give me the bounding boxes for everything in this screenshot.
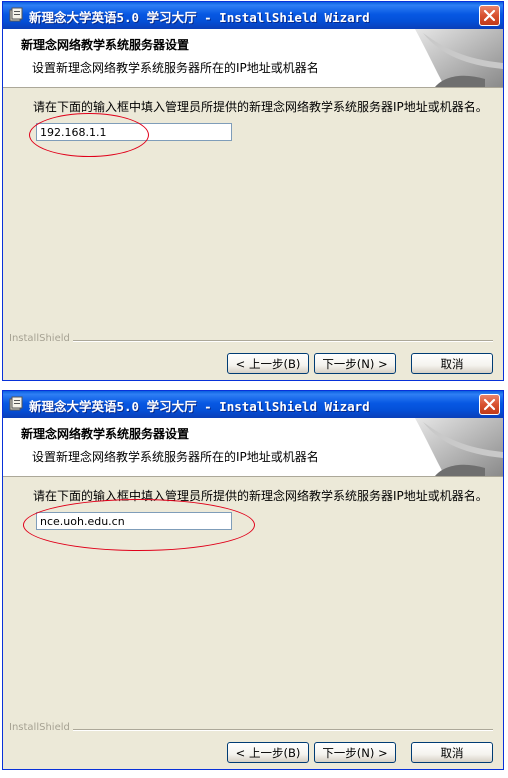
- installshield-label: InstallShield: [9, 333, 70, 344]
- close-icon: [483, 398, 496, 411]
- page-curl-graphic: [405, 418, 503, 476]
- close-button[interactable]: [479, 394, 500, 415]
- instruction-text: 请在下面的输入框中填入管理员所提供的新理念网络教学系统服务器IP地址或机器名。: [33, 100, 488, 114]
- back-button[interactable]: < 上一步(B): [227, 742, 309, 763]
- banner-title: 新理念网络教学系统服务器设置: [21, 38, 190, 52]
- header-banner: 新理念网络教学系统服务器设置 设置新理念网络教学系统服务器所在的IP地址或机器名: [3, 418, 503, 477]
- server-address-input[interactable]: [36, 123, 232, 141]
- title-bar[interactable]: 新理念大学英语5.0 学习大厅 - InstallShield Wizard: [3, 2, 503, 29]
- instruction-text: 请在下面的输入框中填入管理员所提供的新理念网络教学系统服务器IP地址或机器名。: [33, 489, 488, 503]
- window-title: 新理念大学英语5.0 学习大厅 - InstallShield Wizard: [29, 399, 370, 414]
- server-address-input[interactable]: [36, 512, 232, 530]
- installer-window-2: 新理念大学英语5.0 学习大厅 - InstallShield Wizard 新…: [2, 390, 504, 770]
- installer-window-1: 新理念大学英语5.0 学习大厅 - InstallShield Wizard 新…: [2, 1, 504, 381]
- brand-row: InstallShield: [3, 722, 503, 736]
- title-bar[interactable]: 新理念大学英语5.0 学习大厅 - InstallShield Wizard: [3, 391, 503, 418]
- installshield-label: InstallShield: [9, 722, 70, 733]
- page-curl-graphic: [405, 29, 503, 87]
- cancel-button[interactable]: 取消: [411, 353, 493, 374]
- close-button[interactable]: [479, 5, 500, 26]
- installer-icon: [8, 396, 24, 412]
- header-banner: 新理念网络教学系统服务器设置 设置新理念网络教学系统服务器所在的IP地址或机器名: [3, 29, 503, 88]
- next-button[interactable]: 下一步(N) >: [314, 353, 396, 374]
- banner-subtitle: 设置新理念网络教学系统服务器所在的IP地址或机器名: [32, 450, 319, 464]
- brand-divider: [73, 729, 493, 731]
- back-button[interactable]: < 上一步(B): [227, 353, 309, 374]
- banner-title: 新理念网络教学系统服务器设置: [21, 427, 190, 441]
- window-title: 新理念大学英语5.0 学习大厅 - InstallShield Wizard: [29, 10, 370, 25]
- next-button[interactable]: 下一步(N) >: [314, 742, 396, 763]
- close-icon: [483, 9, 496, 22]
- brand-row: InstallShield: [3, 333, 503, 347]
- cancel-button[interactable]: 取消: [411, 742, 493, 763]
- banner-subtitle: 设置新理念网络教学系统服务器所在的IP地址或机器名: [32, 61, 319, 75]
- brand-divider: [73, 340, 493, 342]
- installer-icon: [8, 7, 24, 23]
